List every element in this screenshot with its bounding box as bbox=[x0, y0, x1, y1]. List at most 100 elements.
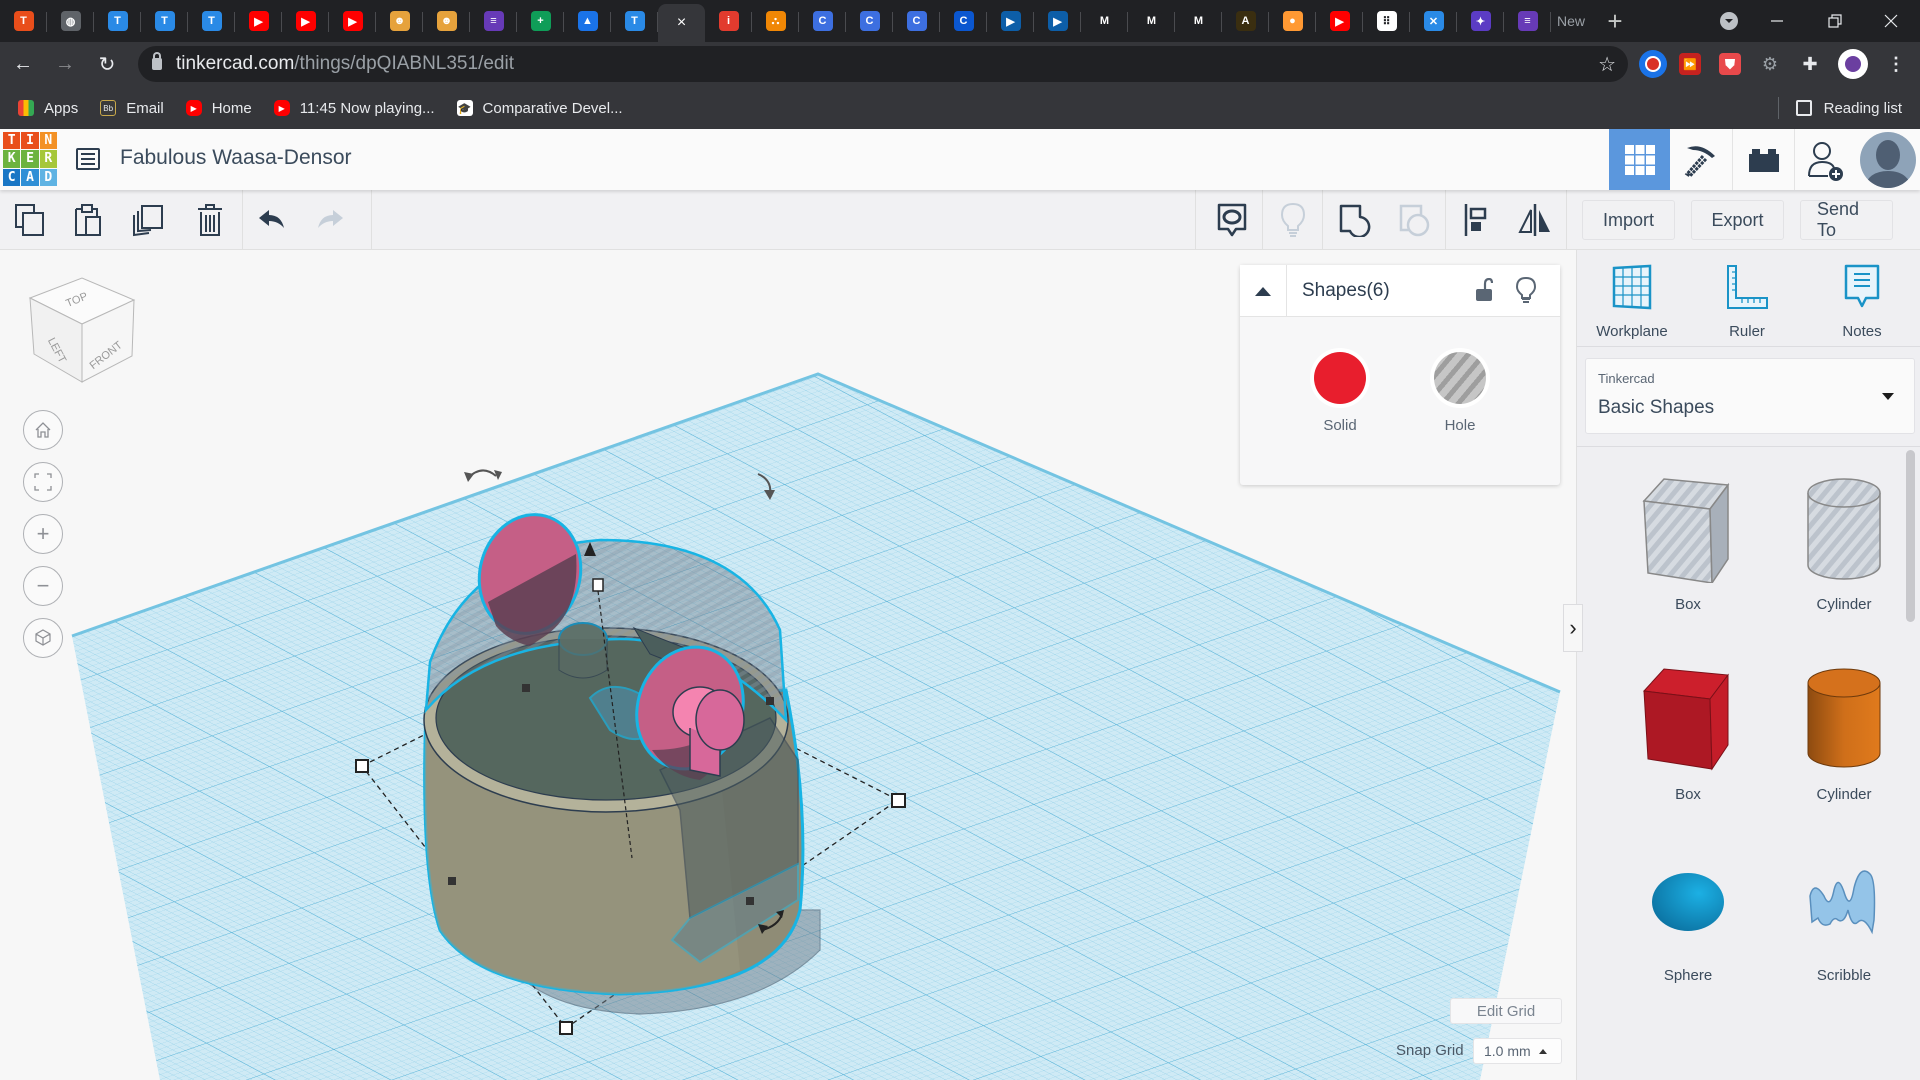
browser-tab[interactable]: ☻ bbox=[376, 0, 423, 42]
browser-tab[interactable]: T bbox=[188, 0, 235, 42]
extension-fastforward[interactable]: ⏩ bbox=[1679, 53, 1701, 75]
align-button[interactable] bbox=[1457, 200, 1497, 240]
browser-tab[interactable]: C bbox=[799, 0, 846, 42]
browser-tab[interactable]: ▶ bbox=[987, 0, 1034, 42]
shapes-scrollbar[interactable] bbox=[1906, 450, 1915, 622]
shape-box-hole[interactable]: Box bbox=[1613, 475, 1763, 613]
send-to-button[interactable]: Send To bbox=[1800, 199, 1893, 240]
chrome-menu-button[interactable]: ⋮ bbox=[1882, 50, 1910, 78]
home-view-button[interactable] bbox=[23, 410, 63, 450]
bookmark-apps[interactable]: Apps bbox=[18, 100, 78, 117]
browser-tab[interactable]: A bbox=[1222, 0, 1269, 42]
browser-tab[interactable]: ▶ bbox=[1034, 0, 1081, 42]
design-list-icon[interactable] bbox=[76, 148, 100, 170]
browser-tab[interactable]: T bbox=[141, 0, 188, 42]
reading-list-button[interactable]: Reading list bbox=[1777, 87, 1902, 129]
browser-tab[interactable]: M bbox=[1175, 0, 1222, 42]
show-all-button[interactable] bbox=[1273, 200, 1313, 240]
tinkercad-logo[interactable]: TINKERCAD bbox=[3, 132, 57, 186]
shape-cylinder-hole[interactable]: Cylinder bbox=[1769, 475, 1919, 613]
height-handle[interactable] bbox=[592, 578, 604, 592]
duplicate-button[interactable] bbox=[128, 200, 168, 240]
extension-gears[interactable]: ⚙ bbox=[1756, 50, 1784, 78]
user-avatar[interactable] bbox=[1856, 129, 1920, 190]
browser-tab[interactable]: ● bbox=[1269, 0, 1316, 42]
group-button[interactable] bbox=[1335, 200, 1375, 240]
extension-blocker[interactable] bbox=[1639, 50, 1667, 78]
browser-tab[interactable]: + bbox=[517, 0, 564, 42]
browser-tab[interactable]: ◍ bbox=[47, 0, 94, 42]
redo-button[interactable] bbox=[310, 200, 350, 240]
shape-sphere[interactable]: Sphere bbox=[1613, 860, 1763, 984]
browser-tab[interactable]: T bbox=[0, 0, 47, 42]
project-title[interactable]: Fabulous Waasa-Densor bbox=[120, 146, 352, 170]
browser-tab[interactable]: M bbox=[1081, 0, 1128, 42]
notes-tool[interactable]: Notes bbox=[1812, 264, 1912, 340]
collapse-panel-button[interactable]: › bbox=[1563, 604, 1583, 652]
ungroup-button[interactable] bbox=[1395, 200, 1435, 240]
browser-tab[interactable]: ✕ bbox=[1410, 0, 1457, 42]
resize-handle[interactable] bbox=[448, 877, 456, 885]
shape-box[interactable]: Box bbox=[1613, 665, 1763, 803]
browser-tab[interactable]: ☻ bbox=[423, 0, 470, 42]
browser-tab[interactable]: C bbox=[893, 0, 940, 42]
snap-grid-select[interactable]: 1.0 mm bbox=[1473, 1038, 1562, 1064]
browser-tab[interactable]: T bbox=[611, 0, 658, 42]
bookmark-star-icon[interactable]: ☆ bbox=[1598, 52, 1616, 77]
lock-toggle[interactable] bbox=[1475, 277, 1494, 307]
browser-tab[interactable]: ≡ bbox=[1504, 0, 1551, 42]
zoom-in-button[interactable]: + bbox=[23, 514, 63, 554]
browser-tab[interactable]: ▲ bbox=[564, 0, 611, 42]
bricks-view-button[interactable] bbox=[1732, 129, 1794, 190]
ruler-tool[interactable]: Ruler bbox=[1697, 264, 1797, 340]
resize-handle[interactable] bbox=[355, 759, 369, 773]
browser-tab-active[interactable]: × bbox=[658, 4, 705, 42]
visibility-toggle[interactable] bbox=[1515, 276, 1537, 308]
close-window-button[interactable] bbox=[1862, 0, 1920, 42]
browser-tab[interactable]: C bbox=[846, 0, 893, 42]
undo-button[interactable] bbox=[252, 200, 292, 240]
workplane-tool[interactable]: Workplane bbox=[1582, 264, 1682, 340]
back-button[interactable]: ← bbox=[4, 46, 42, 84]
shape-library-select[interactable]: Tinkercad Basic Shapes bbox=[1585, 358, 1915, 434]
browser-tab[interactable]: ▶ bbox=[282, 0, 329, 42]
new-tab-button[interactable]: + bbox=[1591, 6, 1639, 37]
browser-tab[interactable]: C bbox=[940, 0, 987, 42]
bookmark-home[interactable]: ▶ Home bbox=[185, 100, 252, 117]
url-input[interactable]: tinkercad.com/things/dpQIABNL351/edit ☆ bbox=[138, 46, 1628, 82]
extension-shield[interactable]: ⛊ bbox=[1719, 53, 1741, 75]
browser-tab[interactable]: M bbox=[1128, 0, 1175, 42]
resize-handle[interactable] bbox=[746, 897, 754, 905]
reload-button[interactable]: ↻ bbox=[88, 46, 126, 84]
browser-tab[interactable]: ✦ bbox=[1457, 0, 1504, 42]
minimize-button[interactable] bbox=[1748, 0, 1806, 42]
invite-user-button[interactable] bbox=[1794, 129, 1856, 190]
view-cube[interactable]: TOP LEFT FRONT bbox=[22, 270, 142, 390]
browser-tab[interactable]: ≡ bbox=[470, 0, 517, 42]
mirror-button[interactable] bbox=[1515, 200, 1555, 240]
browser-tab-new[interactable]: New bbox=[1551, 13, 1591, 29]
copy-button[interactable] bbox=[10, 200, 50, 240]
browser-tab[interactable]: ▶ bbox=[235, 0, 282, 42]
bookmark-now-playing[interactable]: ▶ 11:45 Now playing... bbox=[273, 100, 435, 117]
ortho-view-button[interactable] bbox=[23, 618, 63, 658]
shape-cylinder[interactable]: Cylinder bbox=[1769, 665, 1919, 803]
resize-handle[interactable] bbox=[559, 1021, 573, 1035]
shape-scribble[interactable]: Scribble bbox=[1769, 860, 1919, 984]
browser-tab[interactable]: ▶ bbox=[1316, 0, 1363, 42]
delete-button[interactable] bbox=[190, 200, 230, 240]
browser-tab[interactable]: T bbox=[94, 0, 141, 42]
fit-view-button[interactable] bbox=[23, 462, 63, 502]
minecraft-view-button[interactable] bbox=[1670, 129, 1732, 190]
extensions-button[interactable]: ✚ bbox=[1796, 50, 1824, 78]
import-button[interactable]: Import bbox=[1582, 200, 1675, 240]
3d-design-view-button[interactable] bbox=[1609, 129, 1670, 190]
profile-avatar[interactable] bbox=[1838, 49, 1868, 79]
bookmark-comparative[interactable]: 🎓 Comparative Devel... bbox=[456, 100, 623, 117]
resize-handle[interactable] bbox=[766, 697, 774, 705]
browser-tab[interactable]: i bbox=[705, 0, 752, 42]
collapse-inspector-button[interactable] bbox=[1240, 264, 1287, 317]
export-button[interactable]: Export bbox=[1691, 200, 1784, 240]
hole-button[interactable] bbox=[1430, 348, 1490, 408]
browser-tab[interactable]: ▶ bbox=[329, 0, 376, 42]
